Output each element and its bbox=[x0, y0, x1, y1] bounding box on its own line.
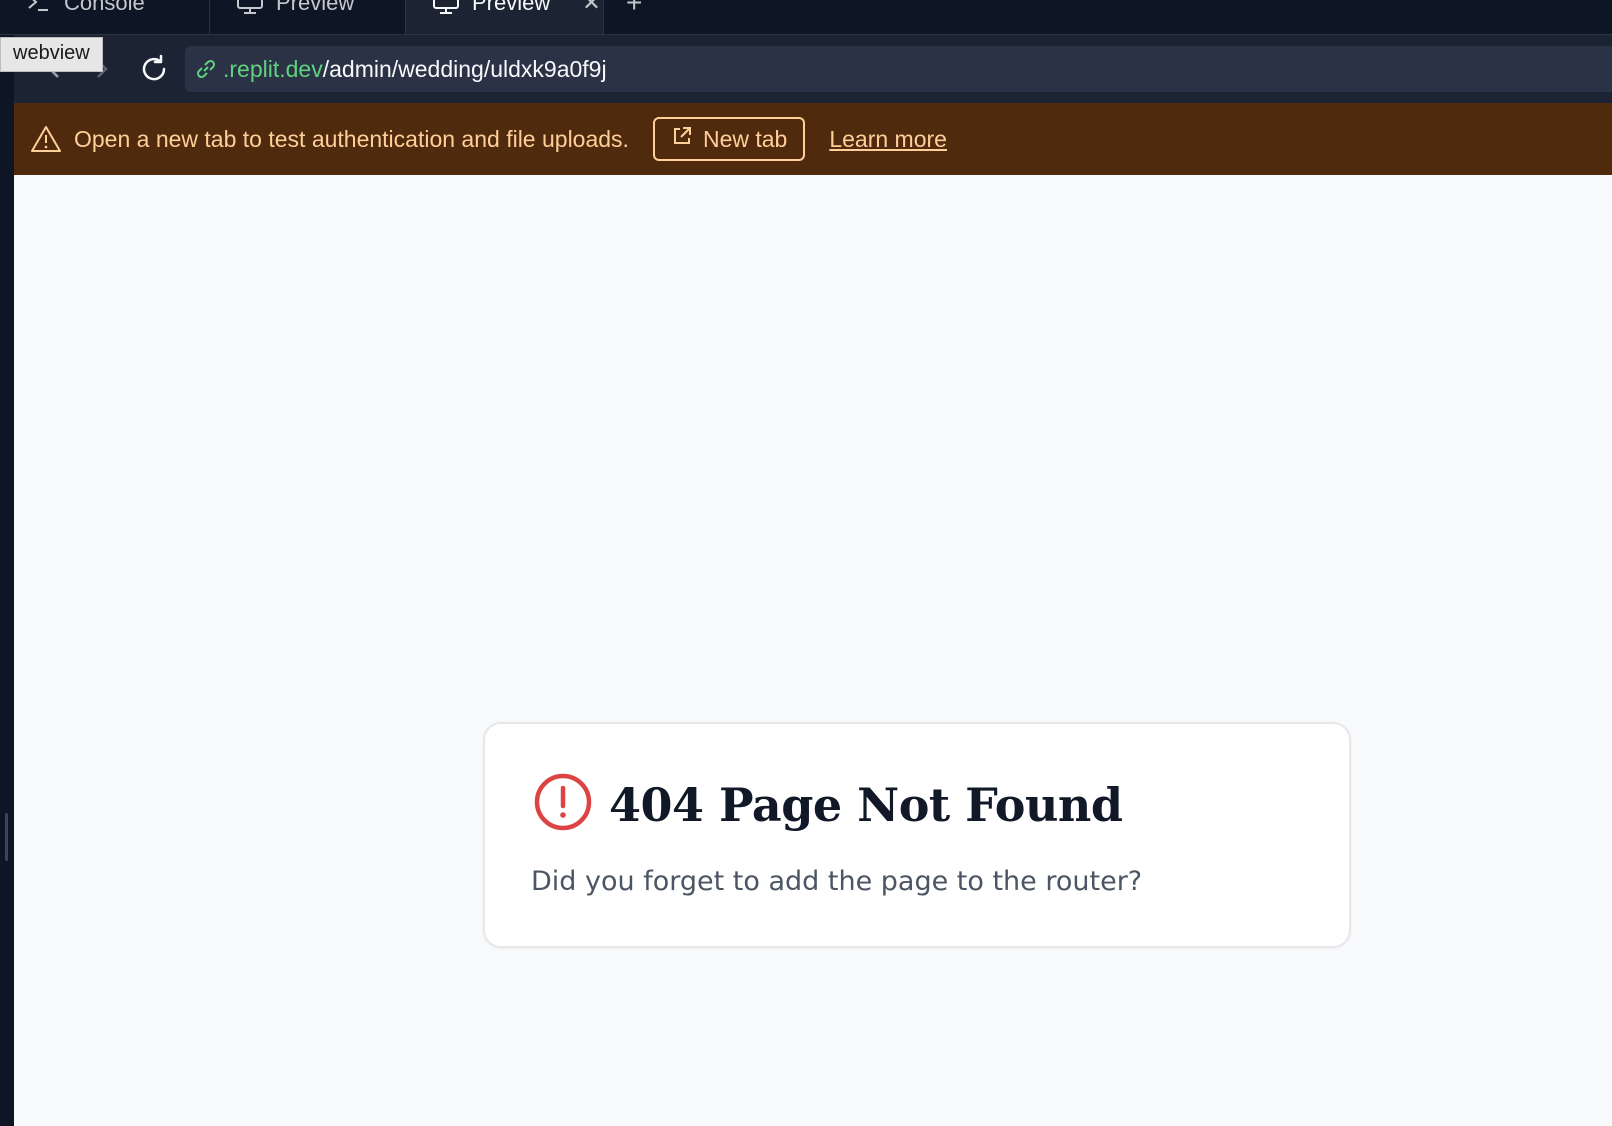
tab-bar: Console Preview Preview ✕ + bbox=[0, 0, 1612, 35]
link-icon bbox=[193, 56, 219, 82]
alert-circle-icon bbox=[533, 772, 593, 837]
tab-console-label: Console bbox=[64, 0, 145, 15]
new-tab-button[interactable]: New tab bbox=[652, 117, 806, 161]
resize-handle[interactable] bbox=[5, 813, 8, 861]
monitor-icon bbox=[236, 0, 264, 15]
warning-icon bbox=[30, 124, 62, 154]
left-edge bbox=[0, 103, 14, 1126]
webview-tooltip: webview bbox=[0, 37, 103, 72]
tab-preview-label: Preview bbox=[276, 0, 355, 15]
page-message: Did you forget to add the page to the ro… bbox=[531, 866, 1143, 897]
url-path: /admin/wedding/uldxk9a0f9j bbox=[322, 55, 607, 82]
url-field[interactable]: .replit.dev/admin/wedding/uldxk9a0f9j bbox=[185, 46, 1612, 92]
card-header: 404 Page Not Found bbox=[533, 772, 1123, 837]
url-host: .replit.dev bbox=[223, 55, 323, 82]
new-tab-label: New tab bbox=[702, 125, 788, 152]
tab-preview-active[interactable]: Preview ✕ bbox=[406, 0, 604, 34]
page-title: 404 Page Not Found bbox=[609, 777, 1123, 832]
monitor-icon bbox=[432, 0, 460, 15]
address-bar: .replit.dev/admin/wedding/uldxk9a0f9j bbox=[14, 35, 1612, 103]
plus-icon: + bbox=[626, 0, 643, 18]
banner-message: Open a new tab to test authentication an… bbox=[74, 125, 629, 152]
learn-more-link[interactable]: Learn more bbox=[829, 126, 947, 153]
replit-workspace: Console Preview Preview ✕ + webview .rep… bbox=[0, 0, 1612, 1126]
tab-preview-active-label: Preview bbox=[472, 0, 551, 15]
reload-icon bbox=[142, 54, 166, 81]
add-tab-button[interactable]: + bbox=[604, 0, 664, 34]
reload-button[interactable] bbox=[134, 49, 174, 89]
warning-banner: Open a new tab to test authentication an… bbox=[14, 103, 1612, 175]
external-link-icon bbox=[671, 125, 693, 153]
not-found-card: 404 Page Not Found Did you forget to add… bbox=[483, 722, 1351, 948]
close-tab-icon[interactable]: ✕ bbox=[582, 0, 600, 16]
webview-content: 404 Page Not Found Did you forget to add… bbox=[14, 175, 1612, 1126]
tab-console[interactable]: Console bbox=[0, 0, 210, 34]
terminal-icon bbox=[26, 0, 52, 14]
tab-preview[interactable]: Preview bbox=[210, 0, 406, 34]
